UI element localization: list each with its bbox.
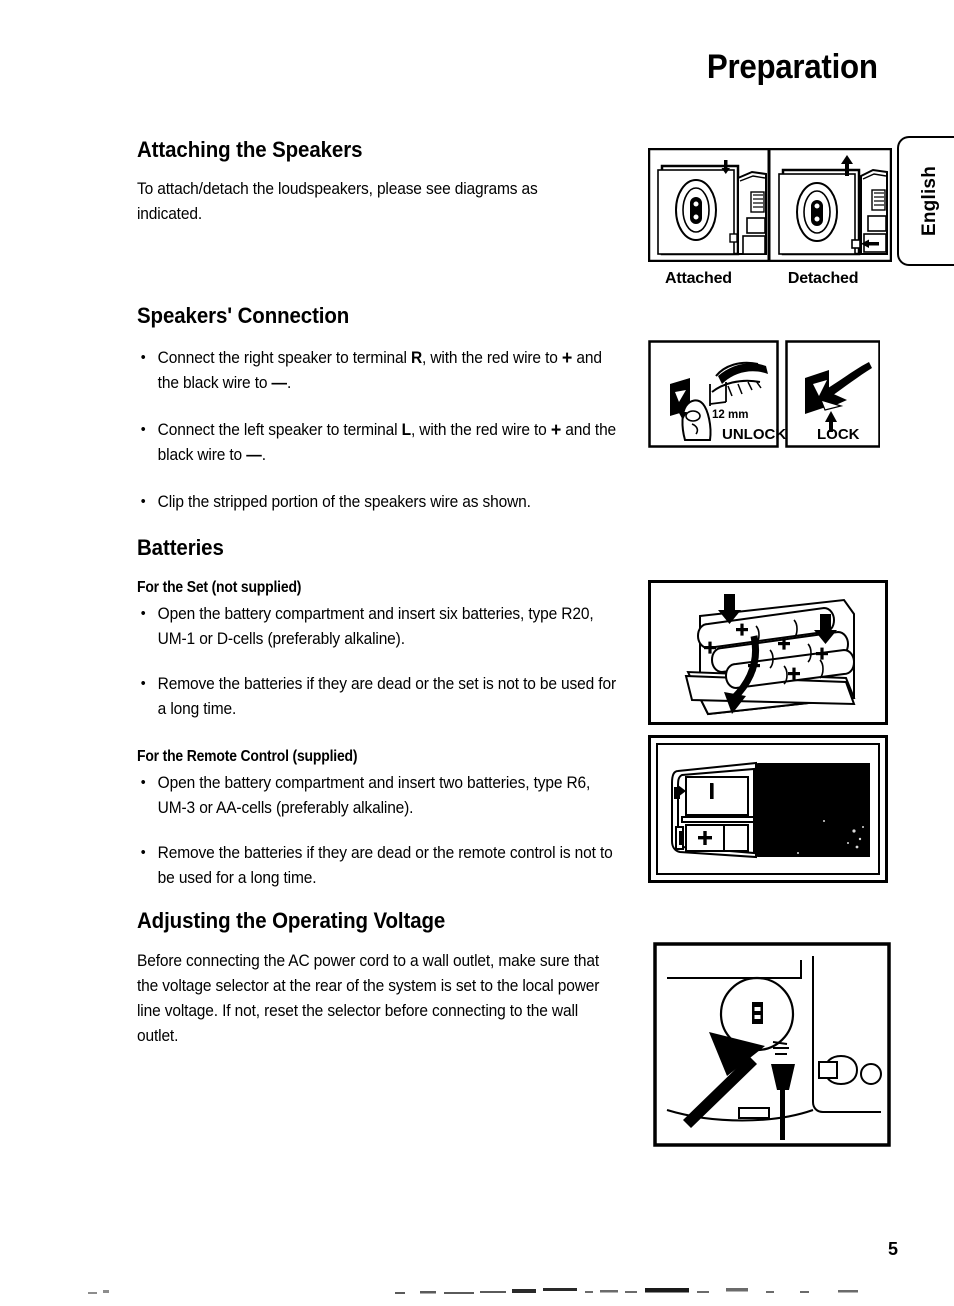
figure-speaker-captions: Attached Detached	[655, 270, 895, 288]
plus-symbol: +	[561, 348, 573, 369]
section-adjusting-the-operating-voltage: Adjusting the Operating Voltage Before c…	[137, 908, 647, 1049]
subheading-for-the-set: For the Set (not supplied)	[137, 579, 302, 596]
list-item: Remove the batteries if they are dead or…	[137, 671, 616, 722]
list-item: Open the battery compartment and insert …	[137, 601, 616, 652]
scan-artifacts	[88, 1288, 858, 1294]
label-12mm: 12 mm	[712, 409, 748, 421]
caption-attached: Attached	[665, 270, 732, 287]
figure-wire-unlock-lock: 12 mm UNLOCK LOCK	[648, 340, 880, 448]
figure-set-battery-compartment	[648, 580, 888, 725]
minus-symbol: —	[246, 446, 262, 464]
list-item: Clip the stripped portion of the speaker…	[137, 489, 616, 515]
caption-detached: Detached	[787, 270, 859, 287]
paragraph-adjusting-the-operating-voltage: Before connecting the AC power cord to a…	[137, 952, 600, 1045]
section-batteries: Batteries For the Set (not supplied) Ope…	[137, 535, 647, 891]
heading-adjusting-the-operating-voltage: Adjusting the Operating Voltage	[137, 908, 446, 933]
label-lock: LOCK	[817, 426, 860, 443]
figure-remote-battery-compartment	[648, 735, 888, 883]
figure-voltage-selector	[653, 942, 891, 1147]
language-tab-label: English	[919, 165, 940, 237]
figure-speaker-attach-detach	[648, 148, 892, 262]
speakers-connection-bullets: Connect the right speaker to terminal R,…	[137, 345, 647, 515]
list-item: Connect the left speaker to terminal L, …	[137, 417, 616, 468]
terminal-r: R	[410, 349, 423, 367]
set-battery-bullets: Open the battery compartment and insert …	[137, 601, 647, 722]
panel-unlock: 12 mm UNLOCK	[648, 340, 786, 448]
manual-page: Preparation English Attaching the Speake…	[0, 0, 954, 1306]
page-title: Preparation	[707, 48, 878, 86]
heading-speakers-connection: Speakers' Connection	[137, 303, 350, 328]
list-item: Connect the right speaker to terminal R,…	[137, 345, 616, 396]
section-attaching-the-speakers: Attaching the Speakers To attach/detach …	[137, 137, 647, 227]
remote-battery-bullets: Open the battery compartment and insert …	[137, 770, 647, 891]
label-unlock: UNLOCK	[722, 426, 786, 443]
minus-symbol: —	[271, 374, 288, 392]
heading-batteries: Batteries	[137, 535, 224, 560]
list-item: Remove the batteries if they are dead or…	[137, 840, 616, 891]
heading-attaching-the-speakers: Attaching the Speakers	[137, 137, 363, 162]
section-speakers-connection: Speakers' Connection Connect the right s…	[137, 303, 647, 515]
list-item: Open the battery compartment and insert …	[137, 770, 616, 821]
page-number: 5	[887, 1239, 898, 1259]
subheading-for-the-remote-control: For the Remote Control (supplied)	[137, 748, 358, 765]
panel-lock: LOCK	[785, 340, 880, 448]
paragraph-attaching-the-speakers: To attach/detach the loudspeakers, pleas…	[137, 180, 538, 223]
plus-symbol: +	[550, 420, 562, 441]
language-tab-english: English	[897, 136, 954, 266]
